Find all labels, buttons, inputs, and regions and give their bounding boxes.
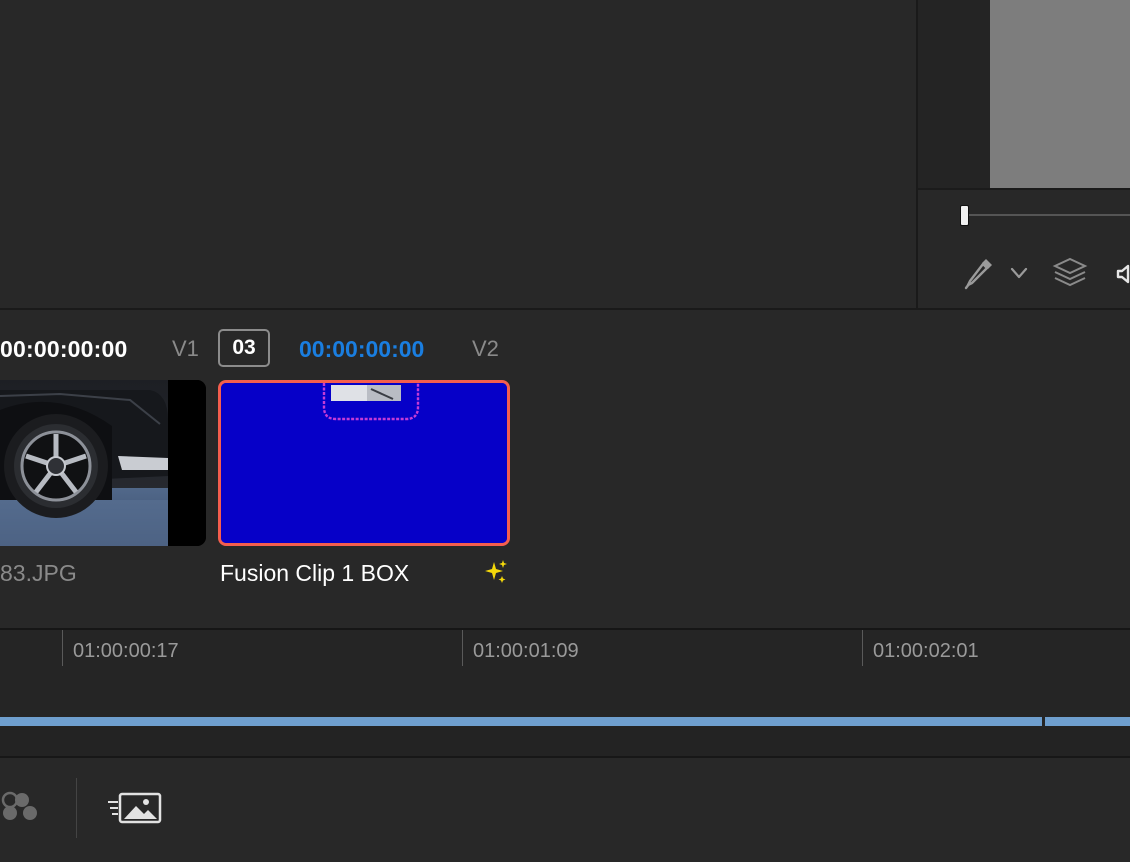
timeline-track-bar[interactable] <box>1045 717 1130 726</box>
bottom-toolbar <box>0 758 1130 862</box>
ruler-tick <box>862 630 863 666</box>
preview-frame[interactable] <box>990 0 1130 188</box>
effects-icon[interactable] <box>0 788 40 824</box>
timeline-viewer <box>918 0 1130 308</box>
clip-timecode-left: 00:00:00:00 <box>0 336 128 362</box>
chevron-down-icon[interactable] <box>1008 262 1030 284</box>
scrubber-handle[interactable] <box>960 205 969 226</box>
clip-name-1: 83.JPG <box>0 560 77 586</box>
toolbar-separator <box>76 778 77 838</box>
eyedropper-icon[interactable] <box>962 255 996 291</box>
scrubber-track[interactable] <box>968 214 1130 216</box>
preview-divider <box>918 188 1130 190</box>
ruler-tick-label: 01:00:01:09 <box>473 640 579 662</box>
clip-thumbnail-car[interactable] <box>0 380 206 546</box>
preview-letterbox <box>918 0 990 188</box>
clip-thumbnail-fusion[interactable] <box>218 380 510 546</box>
audio-icon[interactable] <box>1116 260 1130 288</box>
track-label-v1: V1 <box>172 336 199 361</box>
track-label-v2: V2 <box>472 336 499 361</box>
ruler-tick <box>462 630 463 666</box>
ruler-tick-label: 01:00:00:17 <box>73 640 179 662</box>
ruler-tick-label: 01:00:02:01 <box>873 640 979 662</box>
source-viewer[interactable] <box>0 0 917 308</box>
timeline-track-bar[interactable] <box>0 717 1042 726</box>
clip-timecode-right: 00:00:00:00 <box>299 336 425 362</box>
clip-name-2: Fusion Clip 1 BOX <box>220 560 410 586</box>
clip-number-badge: 03 <box>218 329 270 367</box>
sparkle-icon <box>482 558 510 586</box>
layers-icon[interactable] <box>1052 255 1088 291</box>
clips-panel: 00:00:00:00 V1 03 00:00:00:00 V2 83.JPG … <box>0 310 1130 628</box>
timeline-track-area <box>0 726 1130 756</box>
app-window: 00:00:00:00 V1 03 00:00:00:00 V2 83.JPG … <box>0 0 1130 862</box>
image-sequence-icon[interactable] <box>106 790 164 826</box>
ruler-tick <box>62 630 63 666</box>
timeline-ruler[interactable]: 01:00:00:17 01:00:01:09 01:00:02:01 <box>0 630 1130 756</box>
